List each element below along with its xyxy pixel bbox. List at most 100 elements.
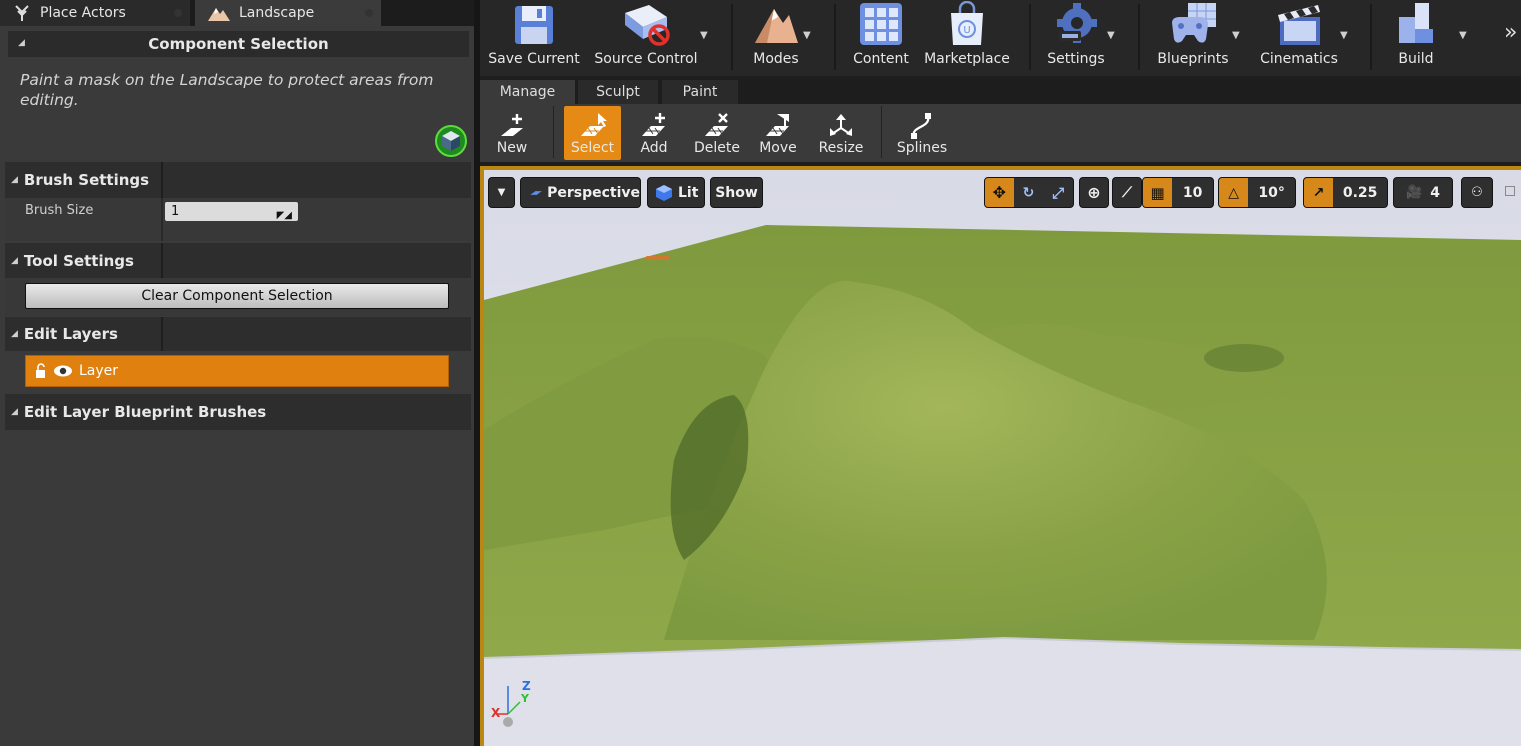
scale-snap-group: ↗ 0.25 bbox=[1303, 177, 1388, 208]
show-button[interactable]: Show bbox=[710, 177, 763, 208]
perspective-icon bbox=[530, 190, 542, 195]
lit-sphere-icon bbox=[656, 184, 672, 201]
collapse-arrow-icon[interactable]: ◢ bbox=[11, 407, 18, 417]
blueprints-dropdown-icon[interactable]: ▼ bbox=[1232, 30, 1240, 41]
blueprints-button[interactable]: Blueprints bbox=[1152, 0, 1234, 72]
collapse-arrow-icon[interactable]: ◢ bbox=[11, 175, 18, 185]
collapse-arrow-icon[interactable]: ◢ bbox=[11, 256, 18, 266]
level-viewport[interactable] bbox=[484, 170, 1521, 746]
drag-handle-icon[interactable]: ◤◢ bbox=[277, 206, 292, 225]
collapse-arrow-icon[interactable]: ◢ bbox=[11, 329, 18, 339]
place-actors-icon bbox=[15, 5, 29, 21]
settings-button[interactable]: Settings bbox=[1044, 0, 1108, 72]
delete-tool-button[interactable]: Delete bbox=[690, 104, 744, 162]
scale-snap-toggle[interactable]: ↗ bbox=[1304, 178, 1334, 207]
splines-tool-button[interactable]: Splines bbox=[894, 104, 950, 162]
marketplace-bag-icon: U bbox=[951, 1, 983, 45]
section-header-edit-layers[interactable]: ◢ Edit Layers bbox=[5, 317, 471, 351]
scale-icon: ⤢ bbox=[1052, 183, 1065, 202]
rotate-icon: ↻ bbox=[1022, 184, 1035, 201]
content-button[interactable]: Content bbox=[848, 0, 914, 72]
person-icon: ⚇ bbox=[1471, 185, 1483, 200]
surface-snapping-button[interactable]: ⟋ bbox=[1112, 177, 1142, 208]
source-control-icon bbox=[625, 5, 670, 46]
toolbar-overflow-icon[interactable]: » bbox=[1504, 20, 1517, 45]
tab-close-icon[interactable] bbox=[365, 9, 373, 17]
lit-button[interactable]: Lit bbox=[647, 177, 705, 208]
perspective-button[interactable]: Perspective bbox=[520, 177, 641, 208]
layer-name: Layer bbox=[79, 363, 119, 379]
clear-component-selection-button[interactable]: Clear Component Selection bbox=[25, 283, 449, 309]
select-tool-button[interactable]: Select bbox=[564, 104, 621, 162]
camera-icon: 🎥 bbox=[1406, 185, 1423, 200]
build-dropdown-icon[interactable]: ▼ bbox=[1459, 30, 1467, 41]
settings-dropdown-icon[interactable]: ▼ bbox=[1107, 30, 1115, 41]
layer-list-item[interactable]: Layer bbox=[25, 355, 449, 387]
save-icon bbox=[515, 6, 553, 44]
scale-mode-button[interactable]: ⤢ bbox=[1043, 178, 1073, 207]
tab-place-actors[interactable]: Place Actors bbox=[0, 0, 190, 26]
maximize-viewport-button[interactable]: ⚇ bbox=[1461, 177, 1493, 208]
marketplace-button[interactable]: U Marketplace bbox=[922, 0, 1012, 72]
build-blocks-icon bbox=[1399, 3, 1433, 43]
tab-manage[interactable]: Manage bbox=[480, 80, 575, 104]
source-control-button[interactable]: Source Control bbox=[590, 0, 702, 72]
source-control-dropdown-icon[interactable]: ▼ bbox=[700, 30, 708, 41]
section-header-brush-settings[interactable]: ◢ Brush Settings bbox=[5, 162, 471, 198]
resize-tool-button[interactable]: Resize bbox=[814, 104, 868, 162]
tool-description: Paint a mask on the Landscape to protect… bbox=[20, 71, 434, 109]
content-grid-icon bbox=[860, 3, 902, 45]
surface-snap-icon: ⟋ bbox=[1122, 184, 1132, 201]
collapse-arrow-icon[interactable]: ◢ bbox=[18, 38, 25, 48]
save-current-button[interactable]: Save Current bbox=[486, 0, 582, 72]
section-header-component-selection[interactable]: ◢ Component Selection bbox=[8, 31, 469, 57]
add-component-icon bbox=[642, 113, 665, 136]
rotation-snap-toggle[interactable]: △ bbox=[1219, 178, 1249, 207]
rotation-snap-group: △ 10° bbox=[1218, 177, 1296, 208]
section-title: Tool Settings bbox=[23, 251, 134, 270]
delete-component-icon bbox=[705, 113, 728, 136]
section-title: Brush Settings bbox=[23, 171, 150, 189]
tab-landscape[interactable]: Landscape bbox=[195, 0, 381, 26]
viewport-options-dropdown[interactable]: ▼ bbox=[488, 177, 515, 208]
new-tool-button[interactable]: New bbox=[488, 104, 536, 162]
move-component-icon bbox=[766, 114, 789, 136]
move-arrows-icon: ✥ bbox=[992, 183, 1007, 202]
modes-dropdown-icon[interactable]: ▼ bbox=[803, 30, 811, 41]
component-selection-icon bbox=[434, 124, 468, 158]
translate-mode-button[interactable]: ✥ bbox=[985, 178, 1014, 207]
move-tool-button[interactable]: Move bbox=[754, 104, 802, 162]
cinematics-button[interactable]: Cinematics bbox=[1256, 0, 1342, 72]
grid-snap-value[interactable]: 10 bbox=[1172, 178, 1213, 207]
grid-snap-group: ▦ 10 bbox=[1142, 177, 1214, 208]
scale-snap-value[interactable]: 0.25 bbox=[1333, 178, 1387, 207]
gear-icon bbox=[1057, 3, 1097, 43]
section-header-edit-layer-blueprint-brushes[interactable]: ◢ Edit Layer Blueprint Brushes bbox=[5, 394, 471, 430]
svg-text:U: U bbox=[963, 25, 970, 36]
add-tool-button[interactable]: Add bbox=[630, 104, 678, 162]
lock-icon[interactable] bbox=[34, 362, 50, 380]
world-local-toggle[interactable]: ⊕ bbox=[1079, 177, 1109, 208]
rotate-mode-button[interactable]: ↻ bbox=[1014, 178, 1044, 207]
tab-sculpt[interactable]: Sculpt bbox=[578, 80, 658, 104]
restore-viewport-icon[interactable] bbox=[1505, 186, 1515, 196]
tab-label: Place Actors bbox=[40, 5, 126, 21]
brush-size-input[interactable]: 1 ◤◢ bbox=[165, 202, 298, 221]
build-button[interactable]: Build bbox=[1386, 0, 1446, 72]
section-title: Edit Layer Blueprint Brushes bbox=[23, 403, 267, 421]
chevron-down-icon: ▼ bbox=[497, 187, 506, 198]
section-title: Component Selection bbox=[148, 35, 329, 53]
section-header-tool-settings[interactable]: ◢ Tool Settings bbox=[5, 243, 471, 278]
eye-icon[interactable] bbox=[52, 363, 74, 379]
cinematics-dropdown-icon[interactable]: ▼ bbox=[1340, 30, 1348, 41]
tab-close-icon[interactable] bbox=[174, 9, 182, 17]
grid-snap-toggle[interactable]: ▦ bbox=[1143, 178, 1173, 207]
tab-paint[interactable]: Paint bbox=[662, 80, 738, 104]
tab-label: Landscape bbox=[239, 5, 315, 21]
svg-text:Y: Y bbox=[520, 692, 530, 705]
rotation-snap-value[interactable]: 10° bbox=[1248, 178, 1295, 207]
spline-icon bbox=[911, 113, 931, 139]
modes-button[interactable]: Modes bbox=[742, 0, 810, 72]
transform-mode-group: ✥ ↻ ⤢ bbox=[984, 177, 1074, 208]
camera-speed-button[interactable]: 🎥 4 bbox=[1393, 177, 1453, 208]
